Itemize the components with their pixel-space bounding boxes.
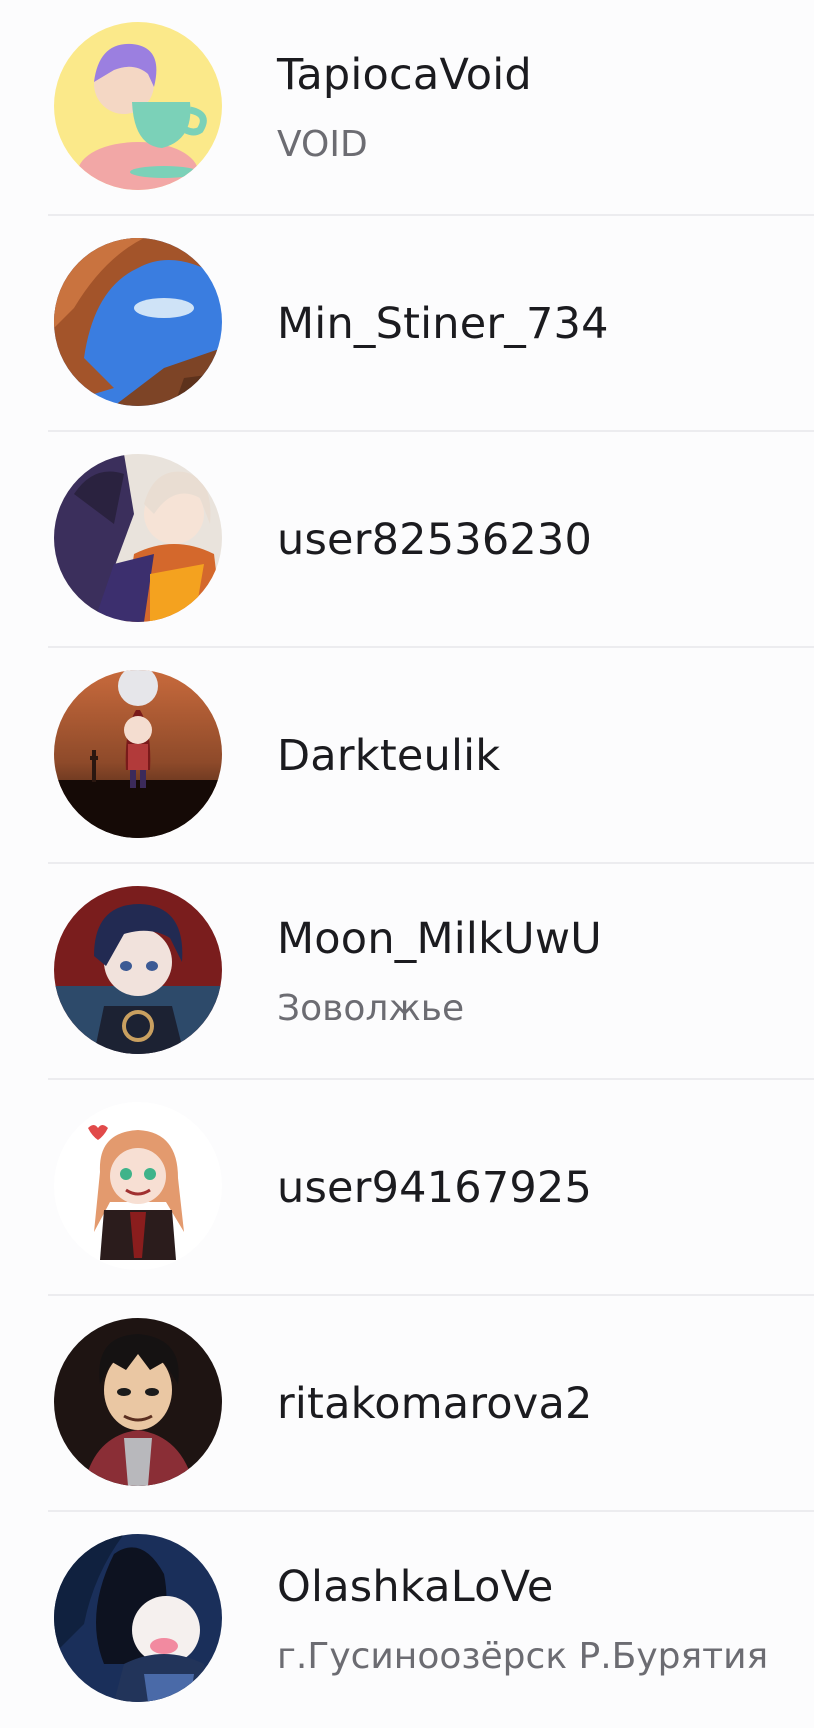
username: user94167925 (277, 1163, 593, 1213)
username: ritakomarova2 (277, 1379, 593, 1429)
avatar[interactable] (54, 1318, 222, 1486)
username: Min_Stiner_734 (277, 299, 609, 349)
user-info: ritakomarova2 (277, 1296, 794, 1512)
username: OlashkaLoVe (277, 1562, 554, 1612)
username: TapiocaVoid (277, 50, 532, 100)
user-row-moon-milkuwu[interactable]: Moon_MilkUwU Зоволжье (0, 864, 814, 1080)
user-subtitle: Зоволжье (277, 988, 465, 1029)
user-info: Darkteulik (277, 648, 794, 864)
username: Darkteulik (277, 731, 501, 781)
user-row-min-stiner-734[interactable]: Min_Stiner_734 (0, 216, 814, 432)
user-row-ritakomarova2[interactable]: ritakomarova2 (0, 1296, 814, 1512)
user-row-darkteulik[interactable]: Darkteulik (0, 648, 814, 864)
avatar[interactable] (54, 886, 222, 1054)
user-info: Moon_MilkUwU Зоволжье (277, 864, 794, 1080)
user-info: Min_Stiner_734 (277, 216, 794, 432)
user-subtitle: VOID (277, 124, 368, 165)
avatar[interactable] (54, 670, 222, 838)
user-subtitle: г.Гусиноозёрск Р.Бурятия (277, 1636, 769, 1677)
avatar[interactable] (54, 1102, 222, 1270)
user-row-olashkalove[interactable]: OlashkaLoVe г.Гусиноозёрск Р.Бурятия (0, 1512, 814, 1720)
user-row-tapiocavoid[interactable]: TapiocaVoid VOID (0, 0, 814, 216)
username: user82536230 (277, 515, 593, 565)
avatar[interactable] (54, 454, 222, 622)
avatar[interactable] (54, 22, 222, 190)
user-row-user94167925[interactable]: user94167925 (0, 1080, 814, 1296)
avatar[interactable] (54, 238, 222, 406)
user-info: user94167925 (277, 1080, 794, 1296)
user-row-user82536230[interactable]: user82536230 (0, 432, 814, 648)
user-list: TapiocaVoid VOID Min_Stiner_734 user8253… (0, 0, 814, 1718)
user-info: TapiocaVoid VOID (277, 0, 794, 216)
user-info: OlashkaLoVe г.Гусиноозёрск Р.Бурятия (277, 1512, 794, 1728)
user-info: user82536230 (277, 432, 794, 648)
avatar[interactable] (54, 1534, 222, 1702)
username: Moon_MilkUwU (277, 914, 602, 964)
